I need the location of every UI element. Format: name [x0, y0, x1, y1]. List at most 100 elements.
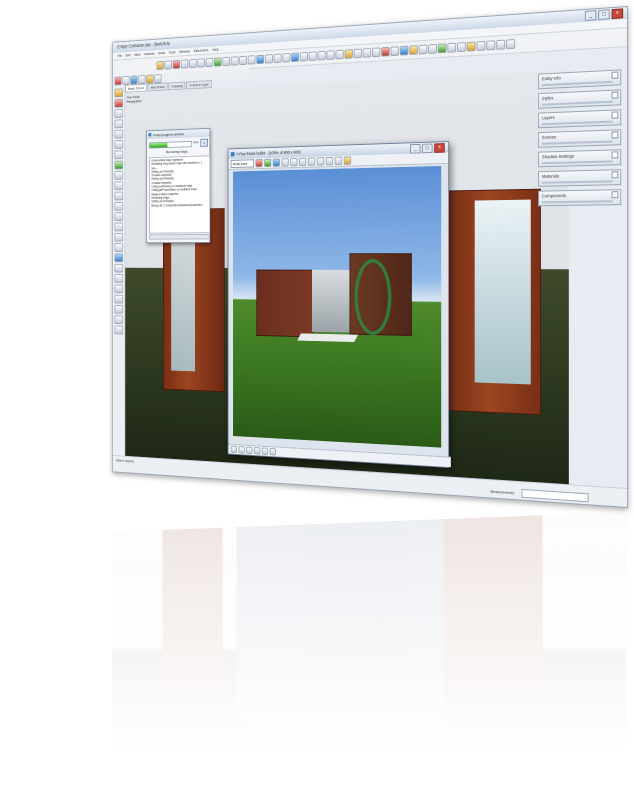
panel-materials[interactable]: Materials	[538, 169, 622, 187]
measurements-input[interactable]	[521, 488, 589, 503]
section-plane-icon[interactable]	[476, 40, 486, 52]
move-tool-icon[interactable]	[222, 56, 231, 67]
pushpull-icon[interactable]	[114, 160, 124, 170]
arc-icon[interactable]	[114, 119, 124, 129]
close-icon[interactable]: ×	[434, 143, 445, 153]
walk-icon[interactable]	[486, 40, 496, 51]
vray-frame-buffer-icon[interactable]	[428, 43, 437, 54]
tab-creating[interactable]: Creating	[168, 81, 186, 91]
panel-shadow-settings[interactable]: Shadow Settings	[538, 149, 622, 168]
shaded-icon[interactable]	[371, 47, 381, 58]
position-camera-icon[interactable]	[496, 39, 506, 50]
save-image-icon[interactable]	[299, 157, 307, 167]
right-view-icon[interactable]	[317, 50, 326, 61]
axes-icon[interactable]	[114, 243, 124, 252]
circle-icon[interactable]	[114, 140, 124, 149]
orbit-tool-icon[interactable]	[256, 54, 265, 65]
hidden-line-icon[interactable]	[362, 48, 372, 58]
menu-window[interactable]: Window	[179, 48, 190, 56]
tab-basic-scene[interactable]: Basic Scene	[125, 83, 148, 93]
zoom-extents-icon[interactable]	[282, 53, 291, 63]
follow-me-icon[interactable]	[114, 170, 124, 180]
protractor-icon[interactable]	[114, 222, 124, 232]
menu-draw[interactable]: Draw	[158, 50, 165, 57]
menu-extensions[interactable]: Extensions	[194, 47, 209, 55]
arc-tool-icon[interactable]	[189, 58, 197, 69]
panel-close-icon[interactable]	[611, 151, 619, 159]
menu-view[interactable]: View	[134, 51, 140, 58]
panel-close-icon[interactable]	[611, 71, 619, 79]
panel-close-icon[interactable]	[611, 91, 619, 99]
panel-scenes[interactable]: Scenes	[538, 129, 622, 148]
layer-color-icon[interactable]	[114, 76, 122, 86]
region-render-icon[interactable]	[325, 156, 334, 166]
section-tool-icon[interactable]	[114, 325, 124, 335]
panel-close-icon[interactable]	[611, 191, 619, 199]
circle-tool-icon[interactable]	[205, 57, 214, 68]
blue-channel-icon[interactable]	[272, 158, 280, 167]
menu-camera[interactable]: Camera	[144, 50, 154, 58]
panel-close-icon[interactable]	[611, 131, 619, 139]
iso-view-icon[interactable]	[291, 52, 300, 63]
zoom-window-icon[interactable]	[114, 284, 124, 294]
tape-measure-icon[interactable]	[114, 212, 124, 221]
text-icon[interactable]	[114, 232, 124, 242]
pencil-icon[interactable]	[114, 109, 124, 119]
vray-material-editor-icon[interactable]	[418, 44, 428, 55]
render-canvas[interactable]	[233, 165, 442, 448]
tab-mat-scene[interactable]: Mat Scene	[147, 82, 168, 92]
green-channel-icon[interactable]	[264, 158, 272, 168]
eraser-tool-icon[interactable]	[164, 60, 172, 70]
clear-image-icon[interactable]	[307, 157, 316, 166]
lut-icon[interactable]	[269, 447, 276, 456]
exposure-icon[interactable]	[254, 447, 261, 455]
vray-light-icon[interactable]	[437, 43, 447, 54]
channel-select[interactable]: RGB color	[230, 159, 255, 169]
wireframe-icon[interactable]	[353, 48, 362, 59]
srgb-icon[interactable]	[261, 447, 269, 456]
maximize-icon[interactable]: □	[422, 143, 433, 154]
menu-help[interactable]: Help	[212, 46, 218, 53]
orbit-icon[interactable]	[114, 253, 124, 263]
textured-icon[interactable]	[381, 46, 390, 57]
vray-render-icon[interactable]	[399, 45, 409, 56]
history-icon[interactable]	[334, 156, 343, 166]
maximize-icon[interactable]: □	[598, 9, 610, 20]
close-icon[interactable]: ×	[611, 8, 624, 20]
vray-options-icon[interactable]	[409, 45, 418, 56]
levels-icon[interactable]	[238, 446, 245, 454]
top-view-icon[interactable]	[299, 51, 308, 62]
select-tool-icon[interactable]	[156, 60, 164, 71]
scale-tool-icon[interactable]	[239, 55, 247, 66]
rectangle-tool-icon[interactable]	[197, 58, 205, 68]
push-pull-tool-icon[interactable]	[213, 57, 222, 67]
back-view-icon[interactable]	[326, 50, 335, 60]
left-view-icon[interactable]	[335, 49, 344, 60]
walk-tool-icon[interactable]	[114, 305, 124, 314]
look-around-icon[interactable]	[506, 39, 516, 50]
pan-tool-icon[interactable]	[264, 54, 273, 64]
polygon-icon[interactable]	[114, 150, 124, 160]
zoom-icon[interactable]	[114, 274, 124, 283]
minimize-icon[interactable]: _	[410, 143, 421, 154]
mono-icon[interactable]	[290, 157, 298, 167]
zoom-tool-icon[interactable]	[273, 53, 282, 64]
panel-layers[interactable]: Layers	[538, 109, 622, 129]
offset-tool-icon[interactable]	[247, 55, 256, 65]
progress-log-scrollbar[interactable]	[149, 234, 209, 240]
paint-bucket-icon[interactable]	[114, 98, 124, 108]
color-correction-icon[interactable]	[230, 445, 237, 454]
progress-abort-button[interactable]: ×	[200, 138, 208, 147]
red-channel-icon[interactable]	[255, 159, 263, 168]
front-view-icon[interactable]	[308, 51, 317, 62]
look-tool-icon[interactable]	[114, 315, 124, 325]
render-icon[interactable]	[343, 156, 352, 165]
menu-file[interactable]: File	[117, 52, 122, 59]
panel-styles[interactable]: Styles	[538, 89, 622, 109]
paint-tool-icon[interactable]	[172, 59, 181, 70]
xray-icon[interactable]	[344, 49, 353, 59]
sun-icon[interactable]	[466, 41, 476, 52]
duplicate-icon[interactable]	[316, 157, 325, 166]
container-right-model[interactable]	[440, 188, 541, 416]
vray-sphere-icon[interactable]	[447, 42, 457, 53]
